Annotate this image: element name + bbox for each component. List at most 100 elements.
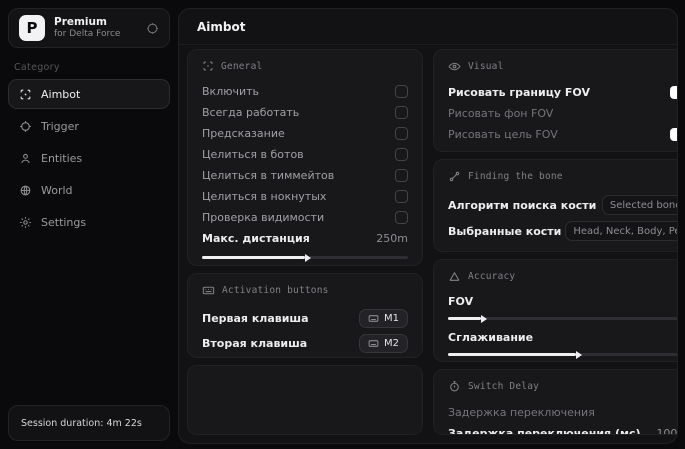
sidebar-nav: Aimbot Trigger Entities World Settings <box>8 79 170 237</box>
keybind-value: M1 <box>384 313 399 324</box>
visual-row: Рисовать цель FOV <box>448 124 677 145</box>
sidebar-item-aimbot[interactable]: Aimbot <box>8 79 170 109</box>
brand-subtitle: for Delta Force <box>54 28 121 39</box>
slider-label: Сглаживание <box>448 330 534 344</box>
right-column: Visual Рисовать границу FOV Рисовать фон… <box>433 49 677 435</box>
checkbox[interactable] <box>395 106 408 119</box>
eye-icon <box>448 60 461 73</box>
bone-algorithm-select[interactable]: Selected bone <box>601 195 677 215</box>
keybind-button-secondary[interactable]: M2 <box>359 334 408 353</box>
section-title: Activation buttons <box>222 285 329 296</box>
visual-label: Рисовать фон FOV <box>448 107 554 120</box>
keybind-value: M2 <box>384 338 399 349</box>
sidebar-item-label: Entities <box>41 151 83 165</box>
visual-card-header: Visual <box>448 60 677 73</box>
fov-slider[interactable] <box>448 312 677 324</box>
visual-row: Рисовать границу FOV <box>448 82 677 103</box>
smoothing-slider-group: Сглаживание 50% <box>448 328 677 360</box>
toggle-row: Всегда работать <box>202 102 408 123</box>
toggle-row: Целиться в ботов <box>202 144 408 165</box>
smoothing-slider[interactable] <box>448 348 677 360</box>
sidebar-item-settings[interactable]: Settings <box>8 207 170 237</box>
selected-bones-select[interactable]: Head, Neck, Body, Pe... <box>565 221 677 241</box>
visual-card: Visual Рисовать границу FOV Рисовать фон… <box>433 49 677 152</box>
toggle-label: Задержка переключения <box>448 406 595 419</box>
main-panel: Aimbot General Включить Всегда работать … <box>178 8 678 444</box>
globe-icon <box>19 184 32 197</box>
keybind-button-primary[interactable]: M1 <box>359 309 408 328</box>
gear-icon <box>19 216 32 229</box>
brand-title: Premium <box>54 16 107 29</box>
toggle-row: Целиться в тиммейтов <box>202 165 408 186</box>
sidebar-item-entities[interactable]: Entities <box>8 143 170 173</box>
slider-label: Макс. дистанция <box>202 232 310 245</box>
color-swatch[interactable] <box>670 86 677 99</box>
toggle-label: Целиться в нокнутых <box>202 190 327 203</box>
finding-bone-card: Finding the bone Алгоритм поиска кости S… <box>433 159 677 252</box>
empty-card <box>187 365 423 435</box>
slider-value-row: Задержка переключения (мс) 1000 ms <box>448 423 677 434</box>
toggle-row: Включить <box>202 81 408 102</box>
keybind-row: Вторая клавиша M2 <box>202 331 408 356</box>
toggle-row: Целиться в нокнутых <box>202 186 408 207</box>
sidebar-item-label: Trigger <box>41 119 79 133</box>
keybind-label: Первая клавиша <box>202 312 309 325</box>
section-title: Finding the bone <box>468 171 563 182</box>
dropdown-value: Selected bone <box>609 199 677 211</box>
bone-algorithm-label: Алгоритм поиска кости <box>448 198 597 212</box>
visual-label: Рисовать цель FOV <box>448 128 558 141</box>
app-window: P Premium for Delta Force Category Aimbo… <box>0 0 685 449</box>
checkbox[interactable] <box>395 127 408 140</box>
toggle-row: Проверка видимости <box>202 207 408 228</box>
keybind-label: Вторая клавиша <box>202 337 308 350</box>
visual-row: Рисовать фон FOV <box>448 103 677 124</box>
bone-icon <box>448 170 461 183</box>
sidebar-item-label: Aimbot <box>41 87 81 101</box>
left-column: General Включить Всегда работать Предска… <box>187 49 423 435</box>
checkbox[interactable] <box>395 85 408 98</box>
bone-algorithm-row: Алгоритм поиска кости Selected bone <box>448 192 677 218</box>
keybind-row: Первая клавиша M1 <box>202 306 408 331</box>
max-distance-slider[interactable] <box>202 251 408 263</box>
scan-crosshair-icon <box>19 88 32 101</box>
activation-buttons-card: Activation buttons Первая клавиша M1 Вто… <box>187 273 423 358</box>
checkbox[interactable] <box>395 148 408 161</box>
sidebar-item-trigger[interactable]: Trigger <box>8 111 170 141</box>
brand-card: P Premium for Delta Force <box>8 8 170 48</box>
category-label: Category <box>14 62 60 73</box>
general-card: General Включить Всегда работать Предска… <box>187 49 423 266</box>
sidebar-item-label: World <box>41 183 73 197</box>
section-title: Accuracy <box>468 271 516 282</box>
selected-bones-label: Выбранные кости <box>448 224 562 238</box>
toggle-label: Предсказание <box>202 127 285 140</box>
accuracy-card: Accuracy FOV 60° Сг <box>433 259 677 362</box>
section-title: Switch Delay <box>468 381 540 392</box>
switch-delay-card: Switch Delay Задержка переключения Задер… <box>433 369 677 435</box>
accuracy-card-header: Accuracy <box>448 270 677 283</box>
section-title: Visual <box>468 61 504 72</box>
entities-icon <box>19 152 32 165</box>
color-swatch[interactable] <box>670 128 677 141</box>
checkbox[interactable] <box>395 169 408 182</box>
brand-logo: P <box>19 15 45 41</box>
general-card-header: General <box>202 60 408 72</box>
sidebar-item-label: Settings <box>41 215 87 229</box>
slider-value-row: Макс. дистанция 250m <box>202 228 408 249</box>
slider-value: 250m <box>376 232 408 245</box>
target-icon[interactable] <box>146 22 159 35</box>
slider-value-row: FOV 60° <box>448 292 677 310</box>
main-header: Aimbot <box>179 9 677 45</box>
activation-card-header: Activation buttons <box>202 284 408 297</box>
crosshair-icon <box>19 120 32 133</box>
toggle-row: Задержка переключения <box>448 402 677 423</box>
triangle-icon <box>448 270 461 283</box>
toggle-row: Предсказание <box>202 123 408 144</box>
sidebar-item-world[interactable]: World <box>8 175 170 205</box>
checkbox[interactable] <box>395 190 408 203</box>
toggle-label: Всегда работать <box>202 106 300 119</box>
brand-text: Premium for Delta Force <box>54 16 137 39</box>
visual-label: Рисовать границу FOV <box>448 86 590 99</box>
keyboard-icon <box>368 313 379 324</box>
checkbox[interactable] <box>395 211 408 224</box>
